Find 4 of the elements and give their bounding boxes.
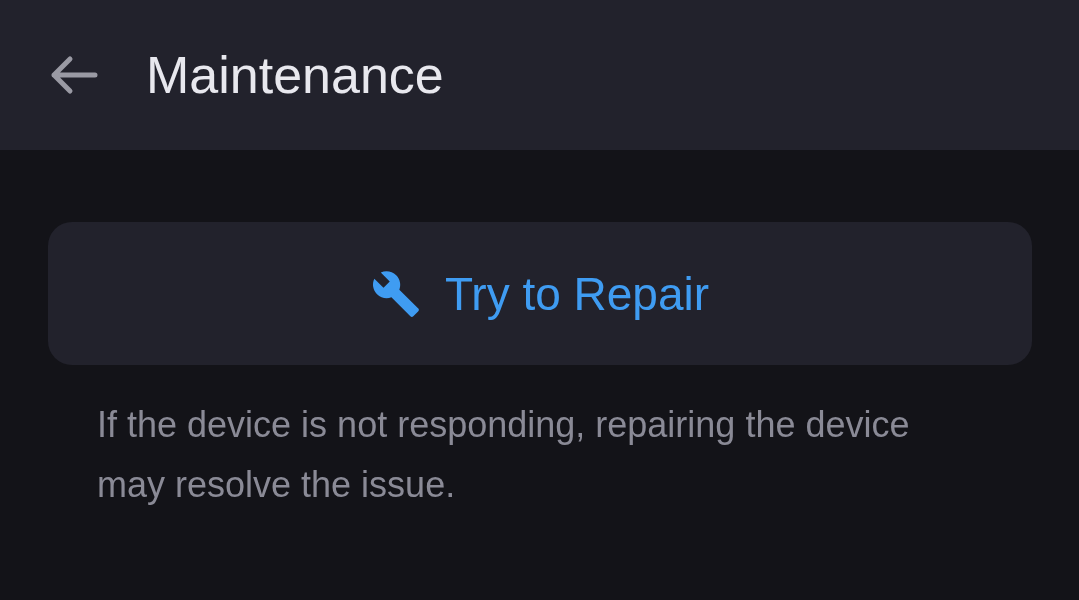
page-title: Maintenance	[146, 45, 444, 105]
description-text: If the device is not responding, repairing the device may resolve the issue.	[97, 403, 911, 507]
repair-button[interactable]: Try to Repair	[48, 222, 1032, 365]
wrench-icon	[370, 268, 421, 319]
